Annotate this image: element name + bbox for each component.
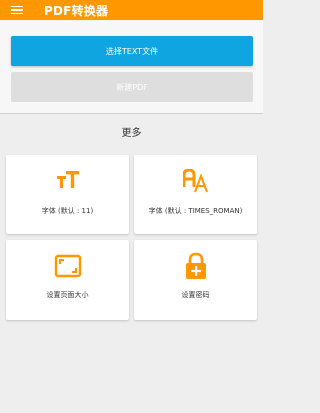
- font-family-label: 字体 (默认 : TIMES_ROMAN): [148, 207, 243, 215]
- page-size-card[interactable]: 设置页面大小: [6, 240, 129, 320]
- select-text-file-button[interactable]: 选择TEXT文件: [11, 36, 253, 66]
- font-size-card[interactable]: 字体 (默认 : 11): [6, 155, 129, 234]
- action-panel: 选择TEXT文件 新建PDF: [0, 20, 263, 114]
- more-section-title: 更多: [121, 128, 142, 139]
- hamburger-menu-icon[interactable]: [11, 5, 23, 15]
- font-family-card[interactable]: 字体 (默认 : TIMES_ROMAN): [134, 155, 257, 234]
- lock-add-icon: [185, 252, 206, 279]
- new-pdf-button[interactable]: 新建PDF: [11, 72, 253, 102]
- set-password-label: 设置密码: [181, 291, 210, 299]
- font-size-icon: [56, 171, 79, 188]
- app-bar: PDF转换器: [0, 0, 263, 20]
- font-family-icon: [182, 169, 208, 193]
- set-password-card[interactable]: 设置密码: [134, 240, 257, 320]
- font-size-label: 字体 (默认 : 11): [41, 207, 94, 215]
- app-title: PDF转换器: [44, 3, 109, 18]
- page-size-icon: [54, 254, 81, 278]
- page-size-label: 设置页面大小: [46, 291, 89, 299]
